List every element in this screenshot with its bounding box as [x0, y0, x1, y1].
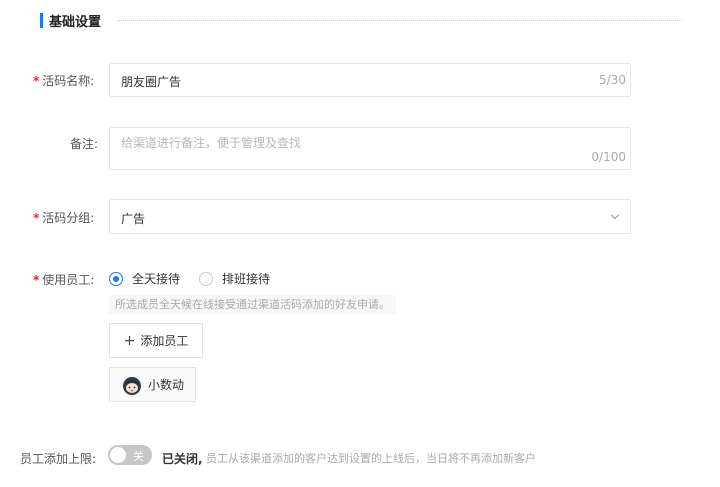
remark-textarea[interactable]: 给渠道进行备注，便于管理及查找 0/100 [109, 127, 631, 170]
name-input[interactable]: 朋友圈广告 5/30 [109, 63, 631, 97]
staff-tip: 所选成员全天候在线接受通过渠道活码添加的好友申请。 [109, 295, 396, 314]
required-mark: * [33, 74, 40, 88]
staff-chip[interactable]: 小数动 [109, 367, 196, 402]
section-accent-bar [40, 12, 43, 28]
remark-char-counter: 0/100 [591, 150, 626, 164]
required-mark: * [33, 273, 40, 287]
radio-all-day[interactable]: 全天接待 [109, 270, 180, 287]
limit-status: 已关闭, [162, 452, 203, 466]
staff-label: * 使用员工: [33, 273, 95, 287]
section-title: 基础设置 [49, 14, 102, 30]
limit-label: 员工添加上限: [20, 452, 97, 466]
group-select[interactable]: 广告 [109, 199, 631, 234]
toggle-text: 关 [133, 450, 144, 463]
avatar [123, 376, 141, 395]
group-label: * 活码分组: [33, 211, 95, 225]
section-divider [118, 20, 682, 21]
plus-icon: + [123, 332, 136, 349]
radio-unchecked-icon [199, 271, 213, 286]
remark-label: 备注: [70, 137, 99, 151]
limit-description: 员工从该渠道添加的客户达到设置的上线后，当日将不再添加新客户 [206, 452, 536, 465]
chevron-down-icon [610, 210, 620, 220]
radio-checked-icon [109, 271, 123, 286]
required-mark: * [33, 211, 40, 225]
name-label: * 活码名称: [33, 74, 95, 88]
staff-name: 小数动 [148, 378, 185, 392]
group-select-value: 广告 [121, 212, 146, 226]
radio-shift[interactable]: 排班接待 [199, 270, 270, 287]
section-header: 基础设置 [40, 12, 682, 30]
add-staff-button[interactable]: + 添加员工 [109, 323, 203, 358]
name-input-value: 朋友圈广告 [121, 75, 182, 89]
limit-toggle[interactable]: 关 [108, 445, 152, 465]
remark-placeholder: 给渠道进行备注，便于管理及查找 [121, 136, 302, 150]
toggle-knob [110, 447, 126, 463]
name-char-counter: 5/30 [599, 73, 626, 87]
